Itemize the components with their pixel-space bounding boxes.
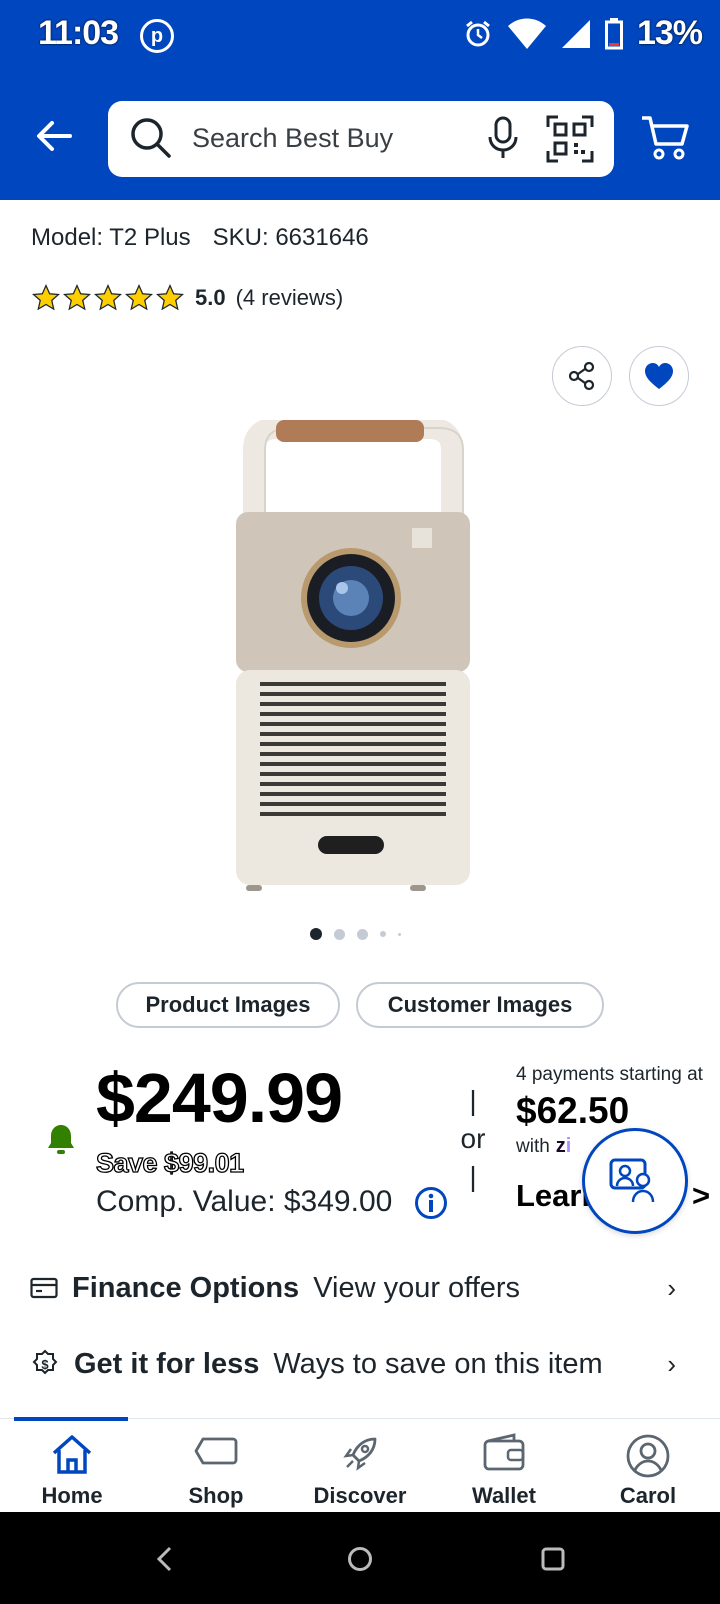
chevron-right-icon: ›: [667, 1272, 676, 1303]
with-label: with: [516, 1135, 550, 1157]
wallet-icon: [483, 1433, 525, 1471]
installment-text: 4 payments starting at: [516, 1064, 703, 1085]
finance-options-title: Finance Options: [72, 1271, 300, 1304]
chat-agent-icon: [609, 1158, 655, 1203]
model-sku: Model: T2 Plus SKU: 6631646: [31, 224, 369, 252]
share-button[interactable]: [552, 346, 612, 406]
star-icon: [155, 283, 185, 311]
svg-text:$: $: [41, 1357, 49, 1372]
get-it-for-less-title: Get it for less: [74, 1347, 260, 1380]
chevron-right-icon: ›: [667, 1348, 676, 1379]
status-icons: 13%: [463, 14, 703, 53]
customer-images-button[interactable]: Customer Images: [356, 982, 604, 1028]
zip-logo: zi: [555, 1135, 572, 1157]
battery-percent: 13%: [636, 14, 703, 52]
nav-account[interactable]: Carol: [576, 1419, 720, 1513]
review-count[interactable]: (4 reviews): [236, 285, 344, 311]
back-arrow-icon[interactable]: [34, 116, 74, 156]
status-time: 11:03: [38, 14, 119, 52]
pinterest-icon: p: [140, 19, 174, 53]
save-heart-button[interactable]: [629, 346, 689, 406]
info-icon[interactable]: [414, 1186, 448, 1220]
savings-badge-icon: $: [32, 1349, 58, 1375]
product-images-button[interactable]: Product Images: [116, 982, 340, 1028]
or-divider: | or |: [458, 1082, 488, 1196]
nav-shop-label: Shop: [188, 1483, 244, 1508]
credit-card-icon: [30, 1277, 58, 1299]
learn-more-arrow: >: [692, 1178, 711, 1213]
qr-scan-icon[interactable]: [546, 115, 594, 163]
or-label: or: [460, 1123, 486, 1154]
chat-support-button[interactable]: [582, 1128, 688, 1234]
finance-options-subtitle: View your offers: [313, 1271, 521, 1304]
star-icon: [62, 283, 92, 311]
tag-icon: [194, 1437, 238, 1465]
star-rating: [31, 283, 185, 313]
finance-options-row[interactable]: Finance Options View your offers ›: [30, 1258, 690, 1318]
bottom-navigation: Home Shop Discover Wallet Carol: [0, 1417, 720, 1513]
rating-value: 5.0: [195, 285, 226, 310]
price-alert-bell-icon[interactable]: [44, 1122, 78, 1156]
nav-home-label: Home: [41, 1483, 103, 1508]
pager-dot: [334, 928, 345, 940]
system-back-icon[interactable]: [150, 1544, 180, 1574]
image-pager: [310, 928, 401, 940]
nav-discover[interactable]: Discover: [288, 1419, 432, 1513]
wifi-icon: [507, 18, 546, 49]
divider-line: |: [469, 1085, 477, 1116]
app-header: 11:03 p 13% Search Best Buy: [0, 0, 720, 200]
search-bar[interactable]: Search Best Buy: [108, 101, 614, 177]
home-icon: [52, 1435, 92, 1474]
system-home-icon[interactable]: [345, 1544, 375, 1574]
pager-dot: [357, 928, 368, 940]
model-number: Model: T2 Plus: [31, 224, 191, 251]
search-icon: [131, 118, 171, 158]
share-icon: [568, 361, 595, 391]
heart-icon: [645, 363, 673, 389]
get-it-for-less-row[interactable]: $ Get it for less Ways to save on this i…: [30, 1334, 690, 1394]
nav-shop[interactable]: Shop: [144, 1419, 288, 1513]
product-price: $249.99: [96, 1059, 343, 1137]
nav-home[interactable]: Home: [0, 1419, 144, 1513]
microphone-icon[interactable]: [486, 115, 520, 161]
provider-line: with zi: [516, 1135, 571, 1158]
user-avatar-icon: [626, 1434, 670, 1478]
comp-value: Comp. Value: $349.00: [96, 1185, 393, 1218]
star-icon: [93, 283, 123, 311]
signal-icon: [561, 19, 590, 48]
system-navigation-bar: [0, 1512, 720, 1604]
pager-dot-active: [310, 928, 322, 940]
nav-wallet[interactable]: Wallet: [432, 1419, 576, 1513]
system-recents-icon[interactable]: [538, 1544, 568, 1574]
nav-discover-label: Discover: [313, 1483, 407, 1508]
cart-icon[interactable]: [640, 114, 690, 162]
rating-summary[interactable]: 5.0 (4 reviews): [31, 283, 343, 313]
alarm-icon: [466, 20, 490, 46]
get-it-for-less-subtitle: Ways to save on this item: [273, 1347, 603, 1380]
status-bar: 11:03 p 13%: [0, 0, 720, 72]
star-icon: [31, 283, 61, 311]
pager-dot: [380, 931, 386, 937]
savings-badge: Save $99.01: [95, 1147, 244, 1178]
divider-line: |: [469, 1161, 477, 1192]
product-image[interactable]: [218, 420, 488, 910]
star-icon: [124, 283, 154, 311]
sku-number: SKU: 6631646: [212, 224, 369, 251]
installment-amount: $62.50: [516, 1090, 630, 1131]
nav-account-label: Carol: [619, 1483, 677, 1508]
nav-wallet-label: Wallet: [472, 1483, 536, 1508]
search-input[interactable]: Search Best Buy: [192, 123, 393, 154]
battery-icon: [604, 17, 623, 49]
pager-dot: [398, 932, 401, 936]
rocket-icon: [343, 1437, 377, 1471]
